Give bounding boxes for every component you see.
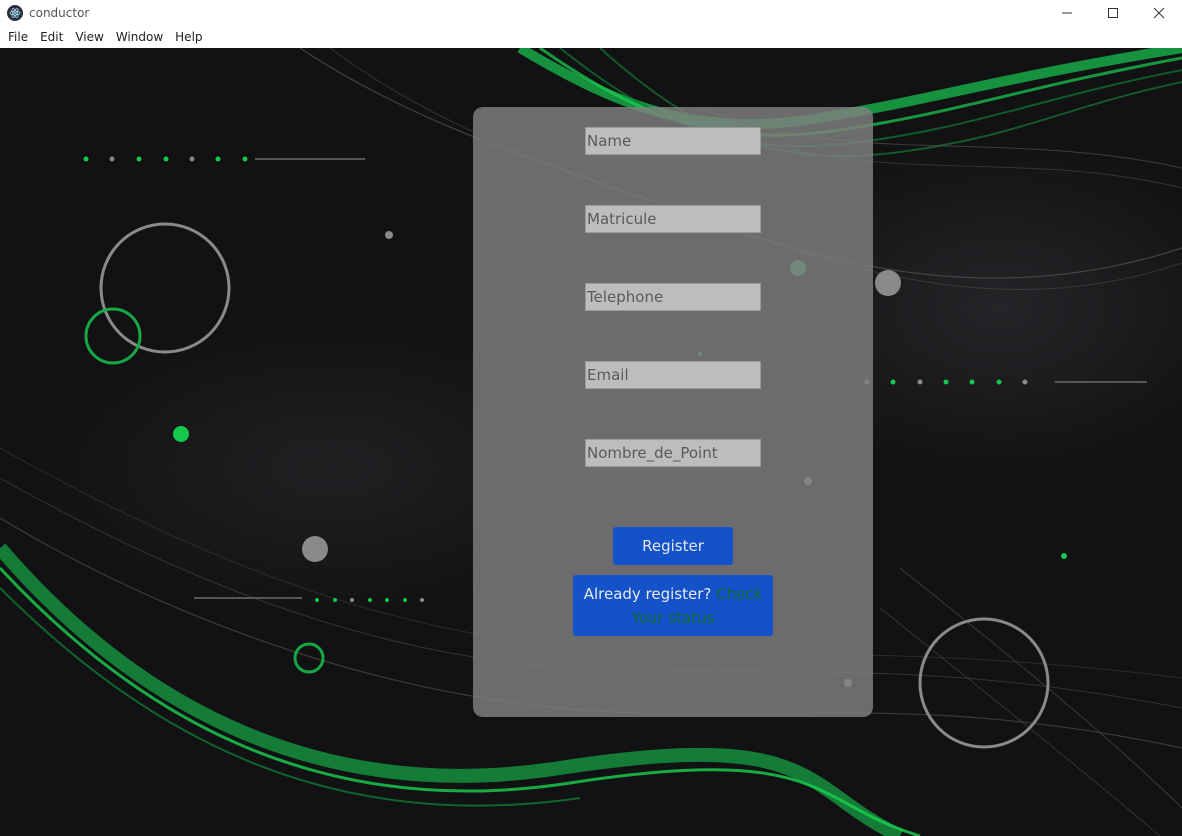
title-bar: conductor xyxy=(0,0,1182,26)
minimize-icon xyxy=(1062,12,1072,14)
maximize-button[interactable] xyxy=(1090,0,1136,26)
email-input[interactable] xyxy=(585,361,761,389)
app-content: Register Already register? Check Your st… xyxy=(0,48,1182,836)
maximize-icon xyxy=(1108,8,1118,18)
menu-bar: File Edit View Window Help xyxy=(0,26,1182,48)
menu-view[interactable]: View xyxy=(69,26,109,48)
matricule-input[interactable] xyxy=(585,205,761,233)
menu-edit[interactable]: Edit xyxy=(34,26,69,48)
menu-window[interactable]: Window xyxy=(110,26,169,48)
electron-atom-icon xyxy=(7,5,23,21)
name-input[interactable] xyxy=(585,127,761,155)
window-title: conductor xyxy=(29,6,90,20)
window-controls xyxy=(1044,0,1182,26)
menu-file[interactable]: File xyxy=(2,26,34,48)
menu-help[interactable]: Help xyxy=(169,26,208,48)
register-button[interactable]: Register xyxy=(613,527,733,565)
nombre-de-point-input[interactable] xyxy=(585,439,761,467)
already-register-text: Already register? xyxy=(583,585,717,603)
minimize-button[interactable] xyxy=(1044,0,1090,26)
close-button[interactable] xyxy=(1136,0,1182,26)
registration-panel: Register Already register? Check Your st… xyxy=(473,107,873,717)
check-status-box: Already register? Check Your status xyxy=(573,575,773,636)
close-icon xyxy=(1153,7,1165,19)
telephone-input[interactable] xyxy=(585,283,761,311)
